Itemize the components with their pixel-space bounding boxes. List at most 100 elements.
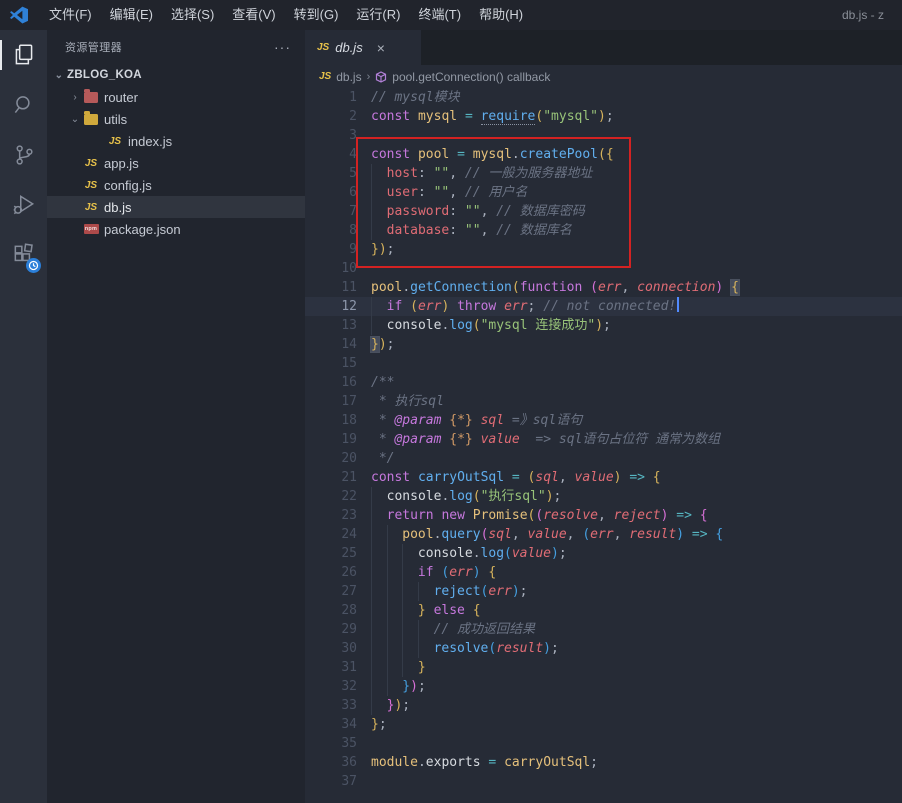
line-content: module.exports = carryOutSql; bbox=[357, 753, 598, 772]
code-line-4[interactable]: 4const pool = mysql.createPool({ bbox=[305, 145, 902, 164]
line-number: 20 bbox=[305, 449, 357, 468]
line-number: 4 bbox=[305, 145, 357, 164]
menu-item-2[interactable]: 选择(S) bbox=[162, 0, 223, 30]
code-line-12[interactable]: 12if (err) throw err; // not connected! bbox=[305, 297, 902, 316]
line-content: resolve(result); bbox=[357, 639, 559, 658]
tree-item-config-js[interactable]: JSconfig.js bbox=[47, 174, 305, 196]
tree-item-db-js[interactable]: JSdb.js bbox=[47, 196, 305, 218]
symbol-cube-icon bbox=[375, 71, 387, 83]
code-line-24[interactable]: 24pool.query(sql, value, (err, result) =… bbox=[305, 525, 902, 544]
breadcrumb[interactable]: JS db.js › pool.getConnection() callback bbox=[305, 65, 902, 88]
code-line-37[interactable]: 37 bbox=[305, 772, 902, 791]
code-line-21[interactable]: 21const carryOutSql = (sql, value) => { bbox=[305, 468, 902, 487]
code-line-8[interactable]: 8database: "", // 数据库名 bbox=[305, 221, 902, 240]
code-line-19[interactable]: 19 * @param {*} value => sql语句占位符 通常为数组 bbox=[305, 430, 902, 449]
code-line-13[interactable]: 13console.log("mysql 连接成功"); bbox=[305, 316, 902, 335]
line-number: 15 bbox=[305, 354, 357, 373]
code-line-6[interactable]: 6user: "", // 用户名 bbox=[305, 183, 902, 202]
line-content: const pool = mysql.createPool({ bbox=[357, 145, 614, 164]
tab-dbjs[interactable]: JS db.js × bbox=[305, 30, 421, 65]
line-content: const mysql = require("mysql"); bbox=[357, 107, 614, 126]
folder-utils-icon bbox=[83, 111, 99, 127]
code-line-2[interactable]: 2const mysql = require("mysql"); bbox=[305, 107, 902, 126]
line-content: * @param {*} value => sql语句占位符 通常为数组 bbox=[357, 430, 720, 449]
editor-group: JS db.js × JS db.js › pool.getConnection… bbox=[305, 30, 902, 803]
code-line-34[interactable]: 34}; bbox=[305, 715, 902, 734]
line-content bbox=[357, 772, 371, 791]
line-number: 22 bbox=[305, 487, 357, 506]
code-line-14[interactable]: 14}); bbox=[305, 335, 902, 354]
code-line-22[interactable]: 22console.log("执行sql"); bbox=[305, 487, 902, 506]
code-line-30[interactable]: 30resolve(result); bbox=[305, 639, 902, 658]
explorer-icon[interactable] bbox=[0, 30, 47, 80]
file-tree: ⌄ZBLOG_KOA›router⌄utils JS index.js JSapp.j… bbox=[47, 64, 305, 240]
breadcrumb-file[interactable]: db.js bbox=[336, 70, 361, 84]
code-line-9[interactable]: 9}); bbox=[305, 240, 902, 259]
menu-item-3[interactable]: 查看(V) bbox=[223, 0, 284, 30]
menu-bar: 文件(F)编辑(E)选择(S)查看(V)转到(G)运行(R)终端(T)帮助(H) bbox=[40, 0, 532, 30]
code-line-25[interactable]: 25console.log(value); bbox=[305, 544, 902, 563]
line-number: 26 bbox=[305, 563, 357, 582]
code-line-3[interactable]: 3 bbox=[305, 126, 902, 145]
code-line-33[interactable]: 33}); bbox=[305, 696, 902, 715]
line-number: 31 bbox=[305, 658, 357, 677]
tab-close-icon[interactable]: × bbox=[377, 41, 385, 55]
code-line-11[interactable]: 11pool.getConnection(function (err, conn… bbox=[305, 278, 902, 297]
code-line-35[interactable]: 35 bbox=[305, 734, 902, 753]
menu-item-6[interactable]: 终端(T) bbox=[409, 0, 470, 30]
line-number: 32 bbox=[305, 677, 357, 696]
code-line-27[interactable]: 27reject(err); bbox=[305, 582, 902, 601]
run-debug-icon[interactable] bbox=[0, 180, 47, 230]
line-content: reject(err); bbox=[357, 582, 528, 601]
line-number: 16 bbox=[305, 373, 357, 392]
js-file-icon: JS bbox=[317, 42, 329, 53]
code-line-20[interactable]: 20 */ bbox=[305, 449, 902, 468]
line-content: user: "", // 用户名 bbox=[357, 183, 527, 202]
code-line-10[interactable]: 10 bbox=[305, 259, 902, 278]
menu-item-7[interactable]: 帮助(H) bbox=[470, 0, 532, 30]
js-file-icon: JS bbox=[107, 133, 123, 149]
line-content: */ bbox=[357, 449, 394, 468]
line-number: 19 bbox=[305, 430, 357, 449]
code-line-36[interactable]: 36module.exports = carryOutSql; bbox=[305, 753, 902, 772]
code-line-7[interactable]: 7password: "", // 数据库密码 bbox=[305, 202, 902, 221]
tree-item-router[interactable]: ›router bbox=[47, 86, 305, 108]
line-content: }); bbox=[357, 335, 394, 354]
line-number: 34 bbox=[305, 715, 357, 734]
menu-item-1[interactable]: 编辑(E) bbox=[101, 0, 162, 30]
code-line-18[interactable]: 18 * @param {*} sql =》sql语句 bbox=[305, 411, 902, 430]
code-line-1[interactable]: 1// mysql模块 bbox=[305, 88, 902, 107]
line-content bbox=[357, 259, 371, 278]
search-icon[interactable] bbox=[0, 80, 47, 130]
code-line-5[interactable]: 5host: "", // 一般为服务器地址 bbox=[305, 164, 902, 183]
code-line-32[interactable]: 32}); bbox=[305, 677, 902, 696]
code-line-26[interactable]: 26if (err) { bbox=[305, 563, 902, 582]
code-editor[interactable]: 1// mysql模块2const mysql = require("mysql… bbox=[305, 88, 902, 791]
menu-item-4[interactable]: 转到(G) bbox=[285, 0, 348, 30]
line-content: } else { bbox=[357, 601, 481, 620]
source-control-icon[interactable] bbox=[0, 130, 47, 180]
tree-item-app-js[interactable]: JSapp.js bbox=[47, 152, 305, 174]
code-line-15[interactable]: 15 bbox=[305, 354, 902, 373]
code-line-28[interactable]: 28} else { bbox=[305, 601, 902, 620]
line-number: 5 bbox=[305, 164, 357, 183]
code-line-17[interactable]: 17 * 执行sql bbox=[305, 392, 902, 411]
code-line-16[interactable]: 16/** bbox=[305, 373, 902, 392]
tree-item-utils[interactable]: ⌄utils bbox=[47, 108, 305, 130]
extensions-update-badge-clock-icon bbox=[26, 258, 41, 273]
menu-item-5[interactable]: 运行(R) bbox=[347, 0, 409, 30]
extensions-icon[interactable] bbox=[0, 230, 47, 280]
tree-item-label: index.js bbox=[128, 134, 172, 149]
window-title: db.js - z bbox=[842, 0, 902, 30]
js-file-icon: JS bbox=[83, 177, 99, 193]
tree-item-package-json[interactable]: npmpackage.json bbox=[47, 218, 305, 240]
code-line-31[interactable]: 31} bbox=[305, 658, 902, 677]
sidebar-actions-icon[interactable]: ··· bbox=[274, 39, 291, 55]
tree-item-index-js[interactable]: JS index.js bbox=[47, 130, 305, 152]
breadcrumb-symbol[interactable]: pool.getConnection() callback bbox=[392, 70, 550, 84]
tree-item-ZBLOG_KOA[interactable]: ⌄ZBLOG_KOA bbox=[47, 64, 305, 86]
menu-item-0[interactable]: 文件(F) bbox=[40, 0, 101, 30]
code-line-23[interactable]: 23return new Promise((resolve, reject) =… bbox=[305, 506, 902, 525]
code-line-29[interactable]: 29// 成功返回结果 bbox=[305, 620, 902, 639]
chevron-right-icon: › bbox=[367, 71, 371, 83]
